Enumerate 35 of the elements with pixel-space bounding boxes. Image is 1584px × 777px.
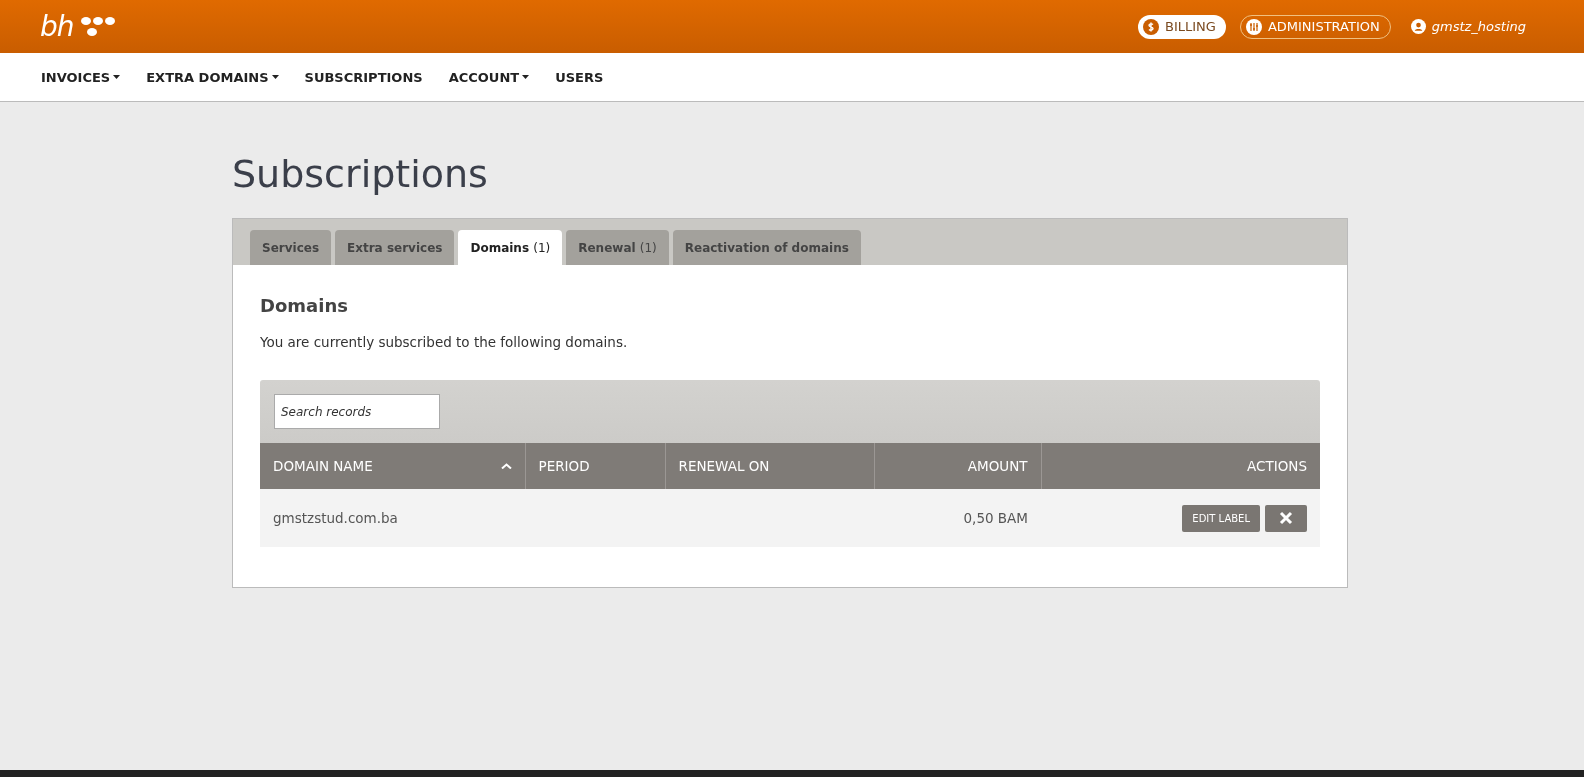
tab[interactable]: Reactivation of domains bbox=[672, 230, 861, 265]
billing-button[interactable]: BILLING bbox=[1138, 14, 1226, 39]
caret-icon bbox=[113, 75, 121, 79]
column-header[interactable]: ACTIONS bbox=[1041, 443, 1320, 489]
user-icon bbox=[1410, 19, 1426, 34]
nav-item[interactable]: INVOICES bbox=[41, 69, 121, 85]
logo[interactable]: bh bbox=[40, 10, 118, 43]
caret-icon bbox=[271, 75, 279, 79]
section-description: You are currently subscribed to the following domains. bbox=[260, 334, 629, 350]
tab[interactable]: Renewal (1) bbox=[566, 230, 669, 265]
tab[interactable]: Domains (1) bbox=[458, 230, 563, 265]
column-header[interactable]: AMOUNT bbox=[874, 443, 1041, 489]
nav-item[interactable]: SUBSCRIPTIONS bbox=[304, 69, 423, 85]
column-header[interactable]: DOMAIN NAME bbox=[260, 443, 525, 489]
search-field[interactable]: Search records bbox=[274, 394, 440, 429]
nav-item[interactable]: EXTRA DOMAINS bbox=[146, 69, 279, 85]
column-label: DOMAIN NAME bbox=[273, 458, 373, 474]
page-title: Subscriptions bbox=[232, 152, 489, 196]
sliders-icon bbox=[1245, 18, 1262, 35]
column-header[interactable]: RENEWAL ON bbox=[665, 443, 874, 489]
delete-button[interactable] bbox=[1265, 504, 1307, 532]
tab[interactable]: Extra services bbox=[335, 230, 455, 265]
sort-up-icon bbox=[500, 463, 512, 469]
caret-icon bbox=[522, 75, 530, 79]
tab[interactable]: Services bbox=[250, 230, 332, 265]
edit-label-button[interactable]: EDIT LABEL bbox=[1182, 504, 1260, 532]
user-menu[interactable]: gmstz_hosting bbox=[1410, 19, 1526, 34]
section-title: Domains bbox=[260, 295, 349, 316]
nav-item[interactable]: USERS bbox=[555, 69, 604, 85]
table-cell: gmstzstud.com.ba bbox=[260, 489, 525, 547]
close-icon bbox=[1279, 511, 1293, 525]
table-cell: 0,50 BAM bbox=[874, 489, 1041, 547]
dollar-coin-icon bbox=[1143, 18, 1159, 35]
column-header[interactable]: PERIOD bbox=[525, 443, 665, 489]
nav-item[interactable]: ACCOUNT bbox=[448, 69, 530, 85]
